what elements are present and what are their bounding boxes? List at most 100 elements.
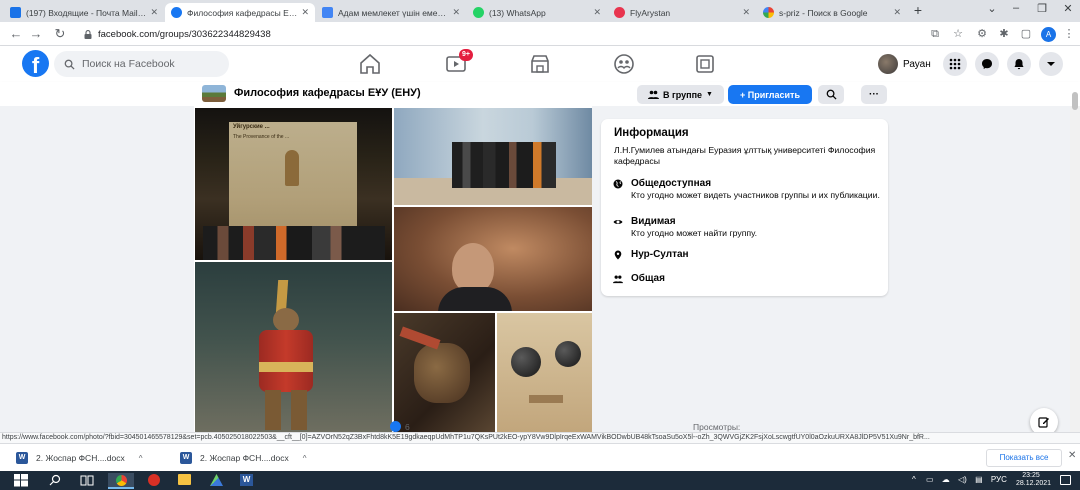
scrollbar-thumb[interactable] [1072, 92, 1078, 110]
location-text[interactable]: Нур-Султан [631, 249, 689, 260]
post-photo-artifacts[interactable] [497, 313, 592, 432]
visibility-title: Видимая [631, 216, 676, 227]
invite-button[interactable]: + Пригласить [728, 85, 812, 104]
url-field[interactable]: facebook.com/groups/303622344829438 [84, 26, 271, 42]
location-pin-icon [614, 250, 622, 260]
clock-date: 28.12.2021 [1016, 480, 1052, 487]
task-view-icon[interactable] [80, 474, 94, 487]
tray-chevron-icon[interactable]: ^ [912, 475, 916, 484]
extension-icon[interactable]: ⚙ [975, 27, 989, 41]
tab-title: (13) WhatsApp [489, 7, 546, 18]
cloud-icon[interactable]: ☁ [942, 475, 950, 484]
close-tab-icon[interactable]: ✕ [150, 7, 158, 18]
account-menu-button[interactable] [1039, 52, 1063, 76]
tab-search-chevron-icon[interactable]: ⌄ [980, 2, 1004, 15]
puzzle-icon[interactable]: ✱ [997, 27, 1011, 41]
forward-arrow-icon[interactable]: → [28, 26, 44, 42]
close-tab-icon[interactable]: ✕ [452, 7, 460, 18]
group-description: Л.Н.Гумилев атындағы Еуразия ұлттық унив… [614, 145, 876, 166]
language-indicator[interactable]: РУС [991, 475, 1007, 484]
taskbar-clock[interactable]: 23:25 28.12.2021 [1016, 472, 1052, 488]
sidepanel-icon[interactable]: ▢ [1019, 27, 1033, 41]
download-file-name: 2. Жоспар ФСН....docx [200, 453, 289, 463]
menu-dots-icon[interactable]: ⋮ [1062, 27, 1076, 41]
close-shelf-icon[interactable]: ✕ [1068, 450, 1076, 461]
marketplace-icon[interactable] [528, 52, 552, 76]
download-item[interactable]: W 2. Жоспар ФСН....docx ^ [180, 450, 307, 466]
post-photo-golden-warrior[interactable] [195, 262, 392, 432]
battery-icon[interactable]: ▭ [926, 475, 934, 484]
close-tab-icon[interactable]: ✕ [593, 7, 601, 18]
google-icon [763, 7, 774, 18]
search-icon[interactable] [48, 474, 62, 487]
globe-icon [613, 179, 623, 189]
new-tab-button[interactable]: + [906, 2, 930, 18]
chevron-up-icon[interactable]: ^ [303, 454, 307, 463]
user-profile-chip[interactable]: Рауан [878, 53, 931, 75]
in-group-button[interactable]: В группе ▼ [637, 85, 724, 104]
home-icon[interactable] [358, 52, 382, 76]
windows-start-icon[interactable] [14, 474, 28, 487]
group-header-bar: Философия кафедрасы ЕҰУ (ЕНУ) В группе ▼… [0, 82, 1080, 106]
groups-icon[interactable] [612, 52, 636, 76]
volume-icon[interactable]: ◁) [958, 475, 967, 484]
tab-flyarystan[interactable]: FlyArystan ✕ [608, 3, 756, 22]
download-item[interactable]: W 2. Жоспар ФСН....docx ^ [16, 450, 143, 466]
messenger-button[interactable] [975, 52, 999, 76]
chevron-up-icon[interactable]: ^ [139, 454, 143, 463]
close-tab-icon[interactable]: ✕ [301, 7, 309, 18]
opera-icon[interactable] [148, 474, 160, 486]
windows-taskbar: W ^ ▭ ☁ ◁) ▤ РУС 23:25 28.12.2021 [0, 471, 1080, 490]
word-app-icon[interactable]: W [240, 474, 253, 486]
show-all-downloads-button[interactable]: Показать все [986, 449, 1062, 467]
close-tab-icon[interactable]: ✕ [742, 7, 750, 18]
tab-title: Философия кафедрасы ЕҰУ (ЕНУ) [187, 7, 298, 18]
group-name[interactable]: Философия кафедрасы ЕҰУ (ЕНУ) [234, 87, 421, 99]
post-photo-museum-group[interactable]: Уйгурские ... The Provenance of the ... [195, 108, 392, 260]
group-cover-thumbnail[interactable] [202, 85, 226, 102]
facebook-logo-icon[interactable]: f [22, 50, 49, 77]
post-photo-portrait[interactable] [394, 207, 592, 311]
bookmark-star-icon[interactable]: ☆ [951, 27, 965, 41]
minimize-button[interactable]: – [1004, 2, 1028, 14]
action-center-icon[interactable] [1060, 475, 1071, 485]
privacy-title: Общедоступная [631, 178, 712, 189]
chrome-taskbar-button[interactable] [108, 473, 134, 489]
keyboard-icon[interactable]: ▤ [975, 475, 983, 484]
file-explorer-icon[interactable] [178, 474, 191, 485]
eye-icon [613, 220, 623, 224]
visibility-description: Кто угодно может найти группу. [631, 228, 757, 238]
close-tab-icon[interactable]: ✕ [893, 7, 901, 18]
system-tray[interactable]: ^ ▭ ☁ ◁) ▤ РУС [912, 475, 1007, 484]
menu-grid-button[interactable] [943, 52, 967, 76]
user-name: Рауан [903, 58, 931, 70]
tab-facebook-group[interactable]: Философия кафедрасы ЕҰУ (ЕНУ) ✕ [165, 3, 315, 22]
close-window-button[interactable]: ✕ [1056, 2, 1080, 15]
back-arrow-icon[interactable]: ← [8, 26, 24, 42]
group-search-button[interactable] [818, 85, 844, 104]
gaming-icon[interactable] [693, 52, 717, 76]
group-more-button[interactable]: ··· [861, 85, 887, 104]
notifications-button[interactable] [1007, 52, 1031, 76]
grid-icon [949, 58, 961, 70]
post-likes[interactable]: 6 [390, 421, 410, 432]
tab-whatsapp[interactable]: (13) WhatsApp ✕ [467, 3, 607, 22]
facebook-search-input[interactable]: Поиск на Facebook [54, 51, 229, 77]
store-icon[interactable] [210, 474, 223, 486]
notification-badge: 9+ [459, 49, 473, 61]
like-icon [390, 421, 401, 432]
bell-icon [1014, 59, 1024, 70]
tab-mail[interactable]: (197) Входящие - Почта Mail.ru ✕ [4, 3, 164, 22]
maximize-button[interactable]: ❐ [1030, 2, 1054, 15]
tab-google[interactable]: s-priz - Поиск в Google ✕ [757, 3, 907, 22]
translate-icon[interactable]: ⧉ [928, 27, 942, 41]
page-scrollbar[interactable] [1070, 92, 1080, 432]
post-photo-group[interactable] [394, 108, 592, 205]
post-photo-bronze-figure[interactable] [394, 313, 495, 432]
reload-icon[interactable]: ↻ [52, 26, 68, 42]
profile-avatar[interactable]: A [1041, 27, 1056, 42]
tab-title: (197) Входящие - Почта Mail.ru [26, 7, 147, 18]
tab-document[interactable]: Адам мемлекет үшін емес, ... ✕ [316, 3, 466, 22]
clock-time: 23:25 [1022, 472, 1040, 479]
search-placeholder: Поиск на Facebook [82, 58, 175, 70]
